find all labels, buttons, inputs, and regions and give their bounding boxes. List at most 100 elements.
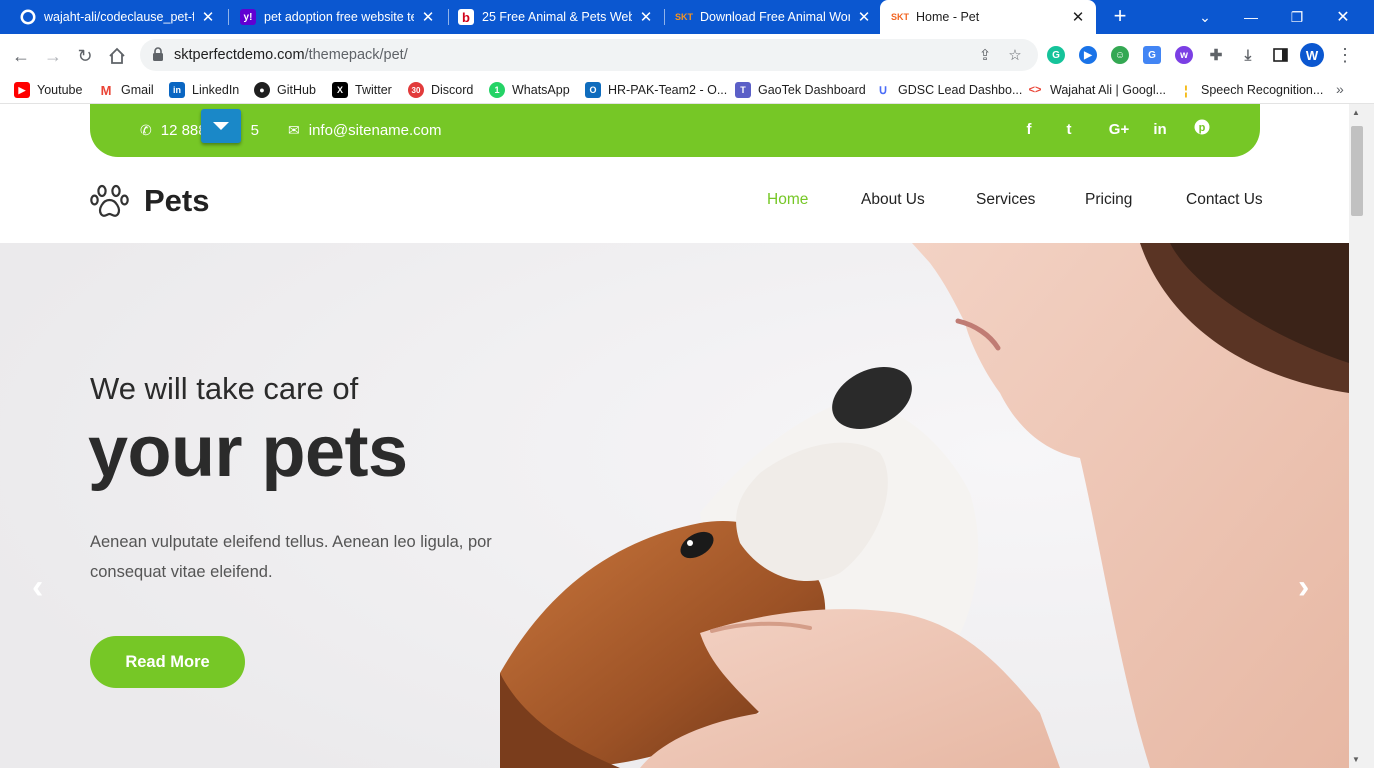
minimize-icon[interactable]: —	[1228, 0, 1274, 34]
envelope-icon: ✉	[288, 122, 300, 138]
close-icon[interactable]: ✕	[200, 8, 216, 26]
mic-icon: ¦	[1184, 82, 1188, 98]
share-icon[interactable]: ⇪	[976, 47, 994, 65]
extensions-puzzle-icon[interactable]: ✚	[1207, 46, 1225, 64]
site-header: Pets Home About Us Services Pricing Cont…	[0, 157, 1349, 243]
bookmark-gmail[interactable]: M Gmail	[98, 81, 154, 99]
svg-text:p: p	[1199, 122, 1206, 134]
topbar-toggle-button[interactable]	[201, 109, 241, 143]
tab-strip: wajaht-ali/codeclause_pet-fin ✕ y! pet a…	[0, 0, 1374, 34]
skt-icon: SKT	[891, 12, 909, 22]
back-icon[interactable]: ←	[8, 43, 34, 69]
google-plus-icon[interactable]: G+	[1104, 121, 1134, 138]
tab-github[interactable]: wajaht-ali/codeclause_pet-fin ✕	[8, 0, 226, 34]
bookmark-twitter[interactable]: X Twitter	[332, 81, 392, 99]
linkedin-icon[interactable]: in	[1149, 121, 1171, 138]
tab-download-animal[interactable]: SKT Download Free Animal Word ✕	[664, 0, 882, 34]
scroll-down-icon[interactable]: ▼	[1352, 755, 1360, 764]
bootstrap-b-icon: b	[458, 9, 474, 25]
tab-title: Home - Pet	[916, 10, 980, 24]
code-icon: <>	[1028, 84, 1042, 96]
page-viewport: ✆ 12 888 5 ✉ info@sitename.com f t G+ in…	[0, 104, 1349, 768]
extension-robot-icon[interactable]: ☺	[1111, 46, 1129, 64]
next-slide-icon[interactable]: ›	[1298, 568, 1309, 607]
nav-home[interactable]: Home	[767, 191, 808, 209]
tab-free-animal-websites[interactable]: b 25 Free Animal & Pets Websit ✕	[446, 0, 664, 34]
address-bar[interactable]: sktperfectdemo.com/themepack/pet/ ⇪ ☆	[140, 39, 1038, 71]
linkedin-icon: in	[169, 82, 185, 98]
outlook-icon: O	[585, 82, 601, 98]
read-more-button[interactable]: Read More	[90, 636, 245, 688]
teams-icon: T	[735, 82, 751, 98]
close-icon[interactable]: ✕	[1070, 8, 1086, 26]
bookmark-gdsc[interactable]: ∪ GDSC Lead Dashbo...	[875, 81, 1022, 99]
forward-icon[interactable]: →	[40, 43, 66, 69]
side-panel-icon[interactable]	[1271, 46, 1289, 64]
brand-name: Pets	[144, 183, 210, 218]
kebab-menu-icon[interactable]: ⋮	[1336, 44, 1354, 66]
nav-contact-us[interactable]: Contact Us	[1186, 191, 1263, 209]
bookmark-gaotek[interactable]: T GaoTek Dashboard	[735, 81, 866, 99]
tab-yahoo[interactable]: y! pet adoption free website te ✕	[228, 0, 446, 34]
bookmark-linkedin[interactable]: in LinkedIn	[169, 81, 239, 99]
github-icon: ●	[254, 82, 270, 98]
profile-avatar[interactable]: W	[1300, 43, 1324, 67]
facebook-icon[interactable]: f	[1018, 121, 1040, 138]
google-translate-icon[interactable]: G	[1143, 46, 1161, 64]
page-scrollbar[interactable]: ▲ ▼	[1349, 104, 1374, 768]
skt-icon: SKT	[675, 12, 693, 22]
hero-slider: We will take care of your pets Aenean vu…	[0, 243, 1349, 768]
phone-icon: ✆	[140, 122, 152, 138]
tab-title: pet adoption free website te	[264, 10, 414, 24]
home-icon[interactable]	[104, 43, 130, 69]
close-icon[interactable]: ✕	[638, 8, 654, 26]
discord-icon: 30	[408, 82, 424, 98]
grammarly-icon[interactable]: G	[1047, 46, 1065, 64]
nav-pricing[interactable]: Pricing	[1085, 191, 1132, 209]
yahoo-icon: y!	[240, 9, 256, 25]
prev-slide-icon[interactable]: ‹	[32, 568, 43, 607]
github-icon	[20, 9, 36, 25]
url-text: sktperfectdemo.com/themepack/pet/	[174, 47, 408, 63]
hero-description: Aenean vulputate eleifend tellus. Aenean…	[90, 533, 492, 581]
more-bookmarks-icon[interactable]: »	[1336, 81, 1344, 97]
scroll-up-icon[interactable]: ▲	[1352, 108, 1360, 117]
close-icon[interactable]: ✕	[856, 8, 872, 26]
bookmark-github[interactable]: ● GitHub	[254, 81, 316, 99]
tab-home-pet[interactable]: SKT Home - Pet ✕	[880, 0, 1096, 34]
new-tab-button[interactable]: +	[1108, 5, 1132, 29]
hero-headline: your pets	[88, 412, 408, 492]
download-icon[interactable]: ⤓	[1239, 46, 1257, 64]
bookmark-wajahat[interactable]: <> Wajahat Ali | Googl...	[1027, 81, 1166, 99]
close-icon[interactable]: ✕	[420, 8, 436, 26]
browser-toolbar: ← → ↻ sktperfectdemo.com/themepack/pet/ …	[0, 34, 1374, 76]
youtube-icon: ▶	[14, 82, 30, 98]
chevron-down-icon	[213, 122, 229, 130]
restore-icon[interactable]: ❐	[1274, 0, 1320, 34]
pinterest-icon[interactable]: p	[1191, 119, 1213, 141]
bookmark-star-icon[interactable]: ☆	[1006, 47, 1024, 65]
bookmark-speech[interactable]: ¦ Speech Recognition...	[1178, 81, 1323, 99]
lock-icon	[152, 47, 166, 63]
screen-recorder-icon[interactable]: ▶	[1079, 46, 1097, 64]
site-logo[interactable]: Pets	[90, 183, 209, 219]
bookmark-whatsapp[interactable]: 1 WhatsApp	[489, 81, 570, 99]
hero-kicker: We will take care of	[90, 371, 359, 406]
reload-icon[interactable]: ↻	[72, 43, 98, 69]
close-window-icon[interactable]: ✕	[1320, 0, 1366, 34]
tab-title: 25 Free Animal & Pets Websit	[482, 10, 632, 24]
nav-services[interactable]: Services	[976, 191, 1035, 209]
x-icon: X	[332, 82, 348, 98]
gmail-icon: M	[100, 82, 112, 98]
bookmark-discord[interactable]: 30 Discord	[408, 81, 473, 99]
hero-image	[0, 243, 1349, 768]
bookmark-youtube[interactable]: ▶ Youtube	[14, 81, 82, 99]
extension-w-icon[interactable]: w	[1175, 46, 1193, 64]
bookmark-hr-pak[interactable]: O HR-PAK-Team2 - O...	[585, 81, 727, 99]
nav-about-us[interactable]: About Us	[861, 191, 925, 209]
contact-topbar: ✆ 12 888 5 ✉ info@sitename.com f t G+ in…	[90, 104, 1260, 157]
scrollbar-thumb[interactable]	[1351, 126, 1363, 216]
email-contact[interactable]: ✉ info@sitename.com	[288, 122, 442, 139]
tab-search-icon[interactable]: ⌄	[1182, 0, 1228, 34]
twitter-icon[interactable]: t	[1058, 121, 1080, 138]
